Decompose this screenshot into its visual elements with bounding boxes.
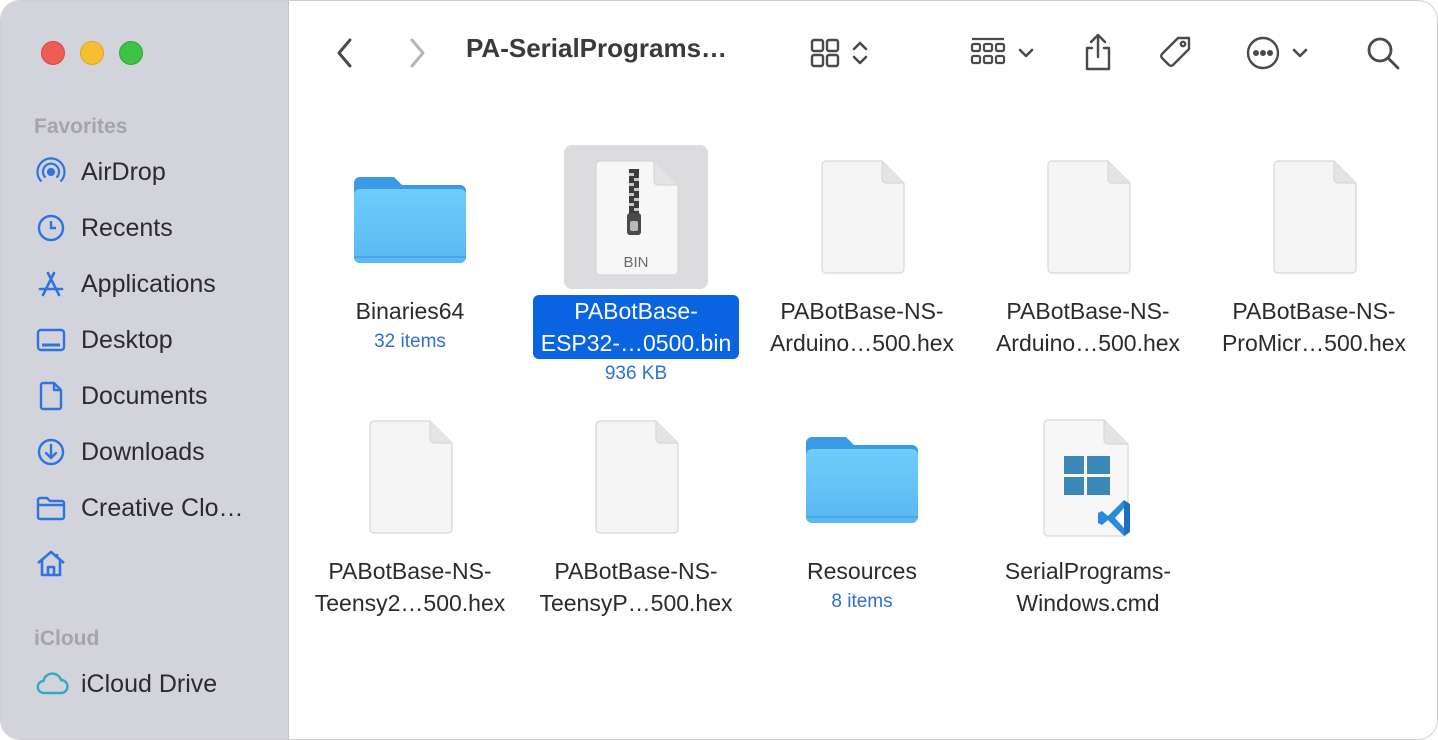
file-name: PABotBase- ESP32-…0500.bin: [532, 295, 740, 359]
file-name: PABotBase-NS- Arduino…500.hex: [769, 298, 955, 356]
search-icon: [1367, 37, 1400, 70]
sidebar-item-icloud-drive[interactable]: iCloud Drive: [35, 662, 275, 706]
document-icon: [338, 405, 482, 549]
desktop-icon: [35, 323, 69, 357]
sidebar-item-home[interactable]: [35, 542, 275, 586]
document-icon: [790, 145, 934, 289]
tag-icon: [1160, 36, 1191, 67]
file-item-pabotbase-ns-promicro[interactable]: PABotBase-NS- ProMicr…500.hex: [1201, 145, 1427, 359]
grid-view-icon: [810, 38, 840, 68]
file-name: PABotBase-NS- TeensyP…500.hex: [539, 558, 733, 616]
zoom-button[interactable]: [119, 41, 143, 65]
view-mode-button[interactable]: [801, 33, 877, 73]
svg-text:BIN: BIN: [623, 254, 648, 271]
more-icon: [1246, 36, 1280, 70]
file-name: PABotBase-NS- ProMicr…500.hex: [1221, 298, 1407, 356]
up-down-chevron-icon: [852, 41, 868, 65]
file-meta: 8 items: [831, 591, 893, 612]
applications-icon: [35, 267, 69, 301]
tag-button[interactable]: [1154, 31, 1198, 75]
chevron-down-icon: [1292, 48, 1308, 58]
file-meta: 32 items: [374, 331, 446, 352]
more-actions-button[interactable]: [1239, 33, 1315, 73]
zip-file-icon: BIN: [564, 145, 708, 289]
file-item-pabotbase-ns-arduino-2[interactable]: PABotBase-NS- Arduino…500.hex: [975, 145, 1201, 359]
finder-window: Favorites AirDrop Recents Applications D…: [0, 0, 1438, 740]
window-title: PA-SerialPrograms…: [466, 33, 728, 63]
file-item-pabotbase-ns-teensyp[interactable]: PABotBase-NS- TeensyP…500.hex: [523, 405, 749, 619]
file-name: Binaries64: [355, 298, 465, 324]
document-icon: [1016, 145, 1160, 289]
file-item-binaries64[interactable]: Binaries64 32 items: [297, 145, 523, 353]
back-icon: [337, 38, 352, 68]
cmd-file-icon: [1016, 405, 1160, 549]
sidebar-item-desktop[interactable]: Desktop: [35, 318, 275, 362]
download-icon: [35, 435, 69, 469]
home-icon: [35, 547, 69, 581]
sidebar-item-documents[interactable]: Documents: [35, 374, 275, 418]
sidebar-item-label: AirDrop: [81, 157, 166, 186]
document-icon: [1242, 145, 1386, 289]
folder-icon: [790, 405, 934, 549]
sidebar-item-applications[interactable]: Applications: [35, 262, 275, 306]
document-icon: [564, 405, 708, 549]
airdrop-icon: [35, 155, 69, 189]
file-name: PABotBase-NS- Arduino…500.hex: [995, 298, 1181, 356]
forward-button[interactable]: [401, 35, 433, 71]
sidebar-item-label: iCloud Drive: [81, 669, 218, 698]
share-icon: [1085, 33, 1111, 71]
sidebar-item-label: Creative Clo…: [81, 493, 244, 522]
cloud-icon: [35, 667, 69, 701]
folder-icon: [338, 145, 482, 289]
minimize-button[interactable]: [80, 41, 104, 65]
sidebar-item-airdrop[interactable]: AirDrop: [35, 150, 275, 194]
search-button[interactable]: [1363, 33, 1403, 73]
favorites-section-label: Favorites: [34, 115, 128, 138]
file-meta: 936 KB: [604, 363, 668, 384]
close-button[interactable]: [41, 41, 65, 65]
sidebar-item-label: Documents: [81, 381, 208, 410]
sidebar-item-label: Downloads: [81, 437, 205, 466]
file-item-resources[interactable]: Resources 8 items: [749, 405, 975, 613]
file-item-pabotbase-ns-teensy2[interactable]: PABotBase-NS- Teensy2…500.hex: [297, 405, 523, 619]
group-button[interactable]: [963, 33, 1041, 73]
sidebar-item-recents[interactable]: Recents: [35, 206, 275, 250]
file-item-serialprograms-windows[interactable]: SerialPrograms- Windows.cmd: [975, 405, 1201, 619]
share-button[interactable]: [1079, 29, 1117, 75]
file-name: PABotBase-NS- Teensy2…500.hex: [314, 558, 506, 616]
icloud-section-label: iCloud: [34, 627, 100, 650]
clock-icon: [35, 211, 69, 245]
sidebar-item-label: Applications: [81, 269, 216, 298]
sidebar-item-creative-cloud[interactable]: Creative Clo…: [35, 486, 275, 530]
sidebar: Favorites AirDrop Recents Applications D…: [1, 1, 289, 739]
group-icon: [970, 37, 1006, 65]
sidebar-item-label: Recents: [81, 213, 173, 242]
folder-icon: [35, 491, 69, 525]
window-controls: [41, 41, 143, 65]
sidebar-item-label: Desktop: [81, 325, 173, 354]
file-name: SerialPrograms- Windows.cmd: [1004, 558, 1172, 616]
file-item-pabotbase-ns-arduino-1[interactable]: PABotBase-NS- Arduino…500.hex: [749, 145, 975, 359]
back-button[interactable]: [329, 35, 361, 71]
document-icon: [35, 379, 69, 413]
forward-icon: [410, 38, 425, 68]
file-name: Resources: [807, 558, 917, 584]
sidebar-item-downloads[interactable]: Downloads: [35, 430, 275, 474]
file-item-pabotbase-esp32[interactable]: BIN PABotBase- ESP32-…0500.bin 936 KB: [523, 145, 749, 385]
chevron-down-icon: [1018, 48, 1034, 58]
